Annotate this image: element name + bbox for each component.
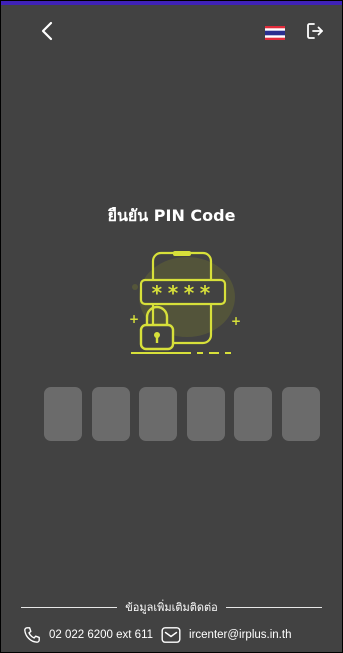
app-screen: ยืนยัน PIN Code **** + + ข้อมูลเพิ่มเติม… — [0, 0, 343, 653]
pin-digit-input[interactable] — [234, 387, 273, 441]
phone-lock-icon: **** + + — [129, 251, 241, 354]
pin-digit-input[interactable] — [281, 387, 320, 441]
contact-info: 02 022 6200 ext 611 ircenter@irplus.in.t… — [23, 625, 333, 645]
pin-digit-input[interactable] — [91, 387, 130, 441]
illustration-password-mask: **** — [151, 281, 215, 305]
status-bar-accent — [1, 1, 342, 5]
pin-digit-input[interactable] — [44, 387, 82, 441]
logout-icon — [307, 23, 323, 39]
divider-line-left — [21, 606, 118, 608]
logout-button[interactable] — [303, 19, 327, 43]
pin-digit-input[interactable] — [186, 387, 225, 441]
page-title: ยืนยัน PIN Code — [107, 206, 236, 225]
language-switch-button[interactable] — [265, 25, 285, 40]
pin-digit-input[interactable] — [139, 387, 178, 441]
pin-input-group — [44, 387, 320, 441]
back-button[interactable] — [35, 19, 59, 43]
email-link[interactable]: ircenter@irplus.in.th — [189, 629, 291, 641]
phone-icon — [23, 626, 41, 644]
divider-line-right — [225, 606, 322, 608]
svg-text:+: + — [231, 314, 241, 328]
contact-label: ข้อมูลเพิ่มเติมติดต่อ — [125, 601, 218, 614]
chevron-left-icon — [41, 21, 53, 41]
mail-icon — [161, 626, 181, 644]
thai-flag-icon — [265, 26, 285, 40]
phone-number-link[interactable]: 02 022 6200 ext 611 — [49, 629, 153, 641]
svg-text:+: + — [129, 312, 139, 326]
contact-divider: ข้อมูลเพิ่มเติมติดต่อ — [1, 598, 342, 616]
pin-illustration: **** + + — [113, 243, 243, 359]
